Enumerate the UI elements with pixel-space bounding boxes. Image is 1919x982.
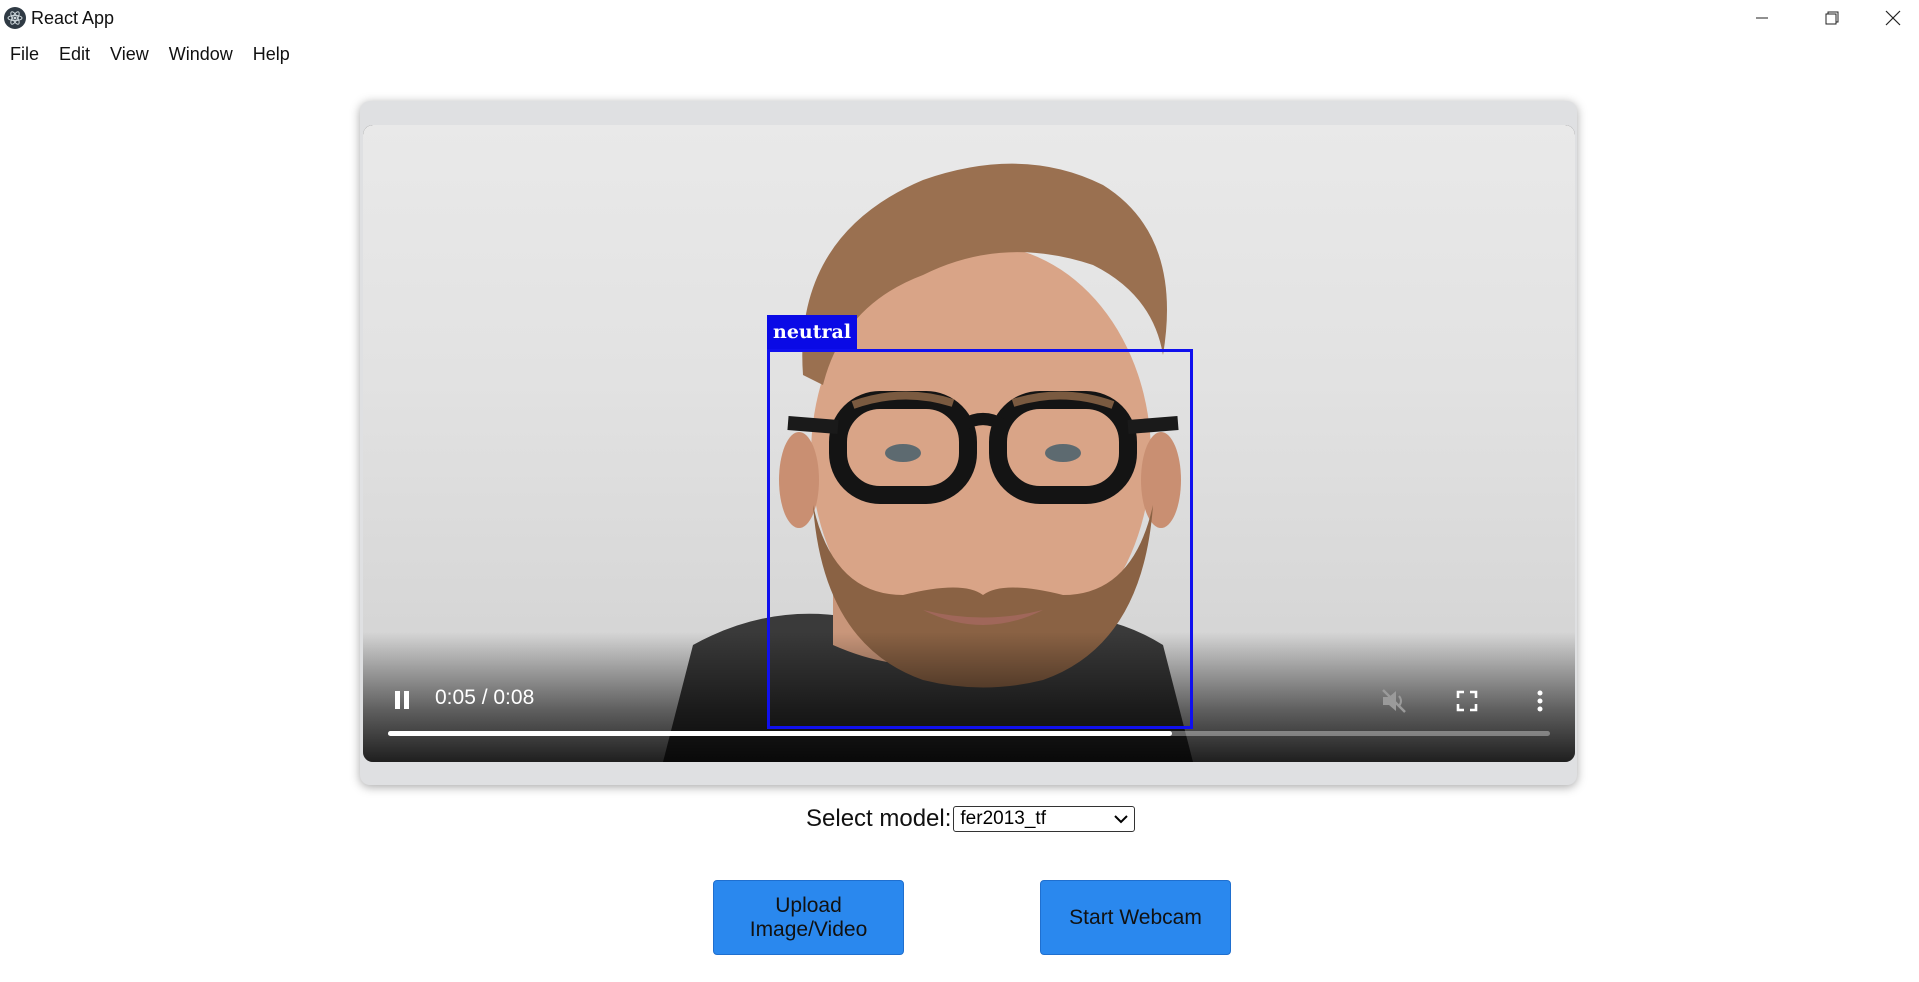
video-controls: 0:05 / 0:08 — [363, 672, 1575, 762]
menu-bar: File Edit View Window Help — [0, 40, 300, 68]
model-select-value: fer2013_tf — [960, 808, 1046, 829]
start-webcam-button[interactable]: Start Webcam — [1040, 880, 1231, 955]
upload-button[interactable]: Upload Image/Video — [713, 880, 904, 955]
fullscreen-icon[interactable] — [1450, 684, 1484, 718]
title-bar: React App — [0, 0, 1919, 36]
menu-edit[interactable]: Edit — [49, 40, 100, 68]
maximize-icon[interactable] — [1797, 0, 1867, 36]
video-progress-bar[interactable] — [388, 731, 1550, 736]
app-icon — [4, 7, 26, 29]
menu-file[interactable]: File — [0, 40, 49, 68]
pause-icon[interactable] — [387, 684, 417, 716]
emotion-label: neutral — [767, 315, 858, 349]
model-select-row: Select model: fer2013_tf — [806, 804, 1136, 834]
model-select[interactable]: fer2013_tf — [953, 806, 1136, 832]
mute-icon[interactable] — [1377, 684, 1411, 718]
menu-view[interactable]: View — [100, 40, 159, 68]
video-progress-fill — [388, 731, 1173, 736]
menu-window[interactable]: Window — [159, 40, 243, 68]
model-select-label: Select model: — [806, 805, 952, 832]
menu-help[interactable]: Help — [243, 40, 300, 68]
more-options-icon[interactable] — [1523, 684, 1557, 718]
window-title: React App — [31, 8, 115, 28]
time-display: 0:05 / 0:08 — [435, 686, 535, 709]
video-player[interactable]: neutral 0:05 / 0:08 — [363, 125, 1575, 762]
minimize-icon[interactable] — [1727, 0, 1797, 36]
close-icon[interactable] — [1867, 0, 1919, 36]
chevron-down-icon — [1114, 815, 1129, 824]
